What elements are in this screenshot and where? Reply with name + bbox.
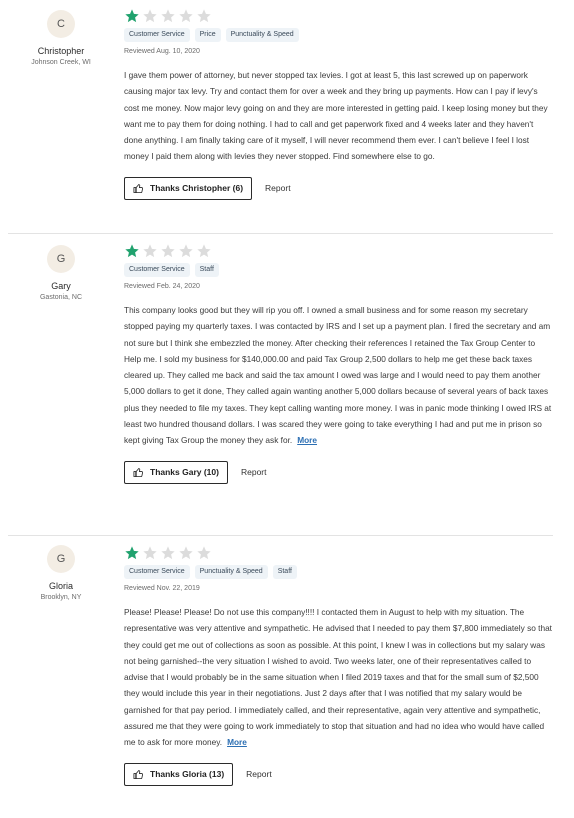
star-icon (179, 9, 193, 23)
star-icon (197, 244, 211, 258)
thanks-label: Thanks Gary (10) (150, 467, 219, 478)
divider (8, 233, 553, 234)
author-name: Gloria (48, 581, 73, 591)
review-tags: Customer Service Price Punctuality & Spe… (124, 28, 554, 42)
star-rating (124, 243, 554, 259)
avatar: G (47, 545, 75, 573)
thanks-label: Thanks Gloria (13) (150, 769, 225, 780)
review-tag: Customer Service (124, 28, 190, 42)
author-location: Gastonia, NC (39, 294, 83, 301)
review-text-content: I gave them power of attorney, but never… (124, 70, 548, 162)
review-date: Reviewed Aug. 10, 2020 (124, 48, 200, 55)
review-text-content: This company looks good but they will ri… (124, 305, 552, 446)
thanks-button[interactable]: Thanks Christopher (6) (124, 176, 253, 200)
review-tag: Punctuality & Speed (225, 28, 299, 42)
star-icon (197, 546, 211, 560)
star-icon (125, 9, 139, 23)
review-tags: Customer Service Punctuality & Speed Sta… (124, 565, 554, 579)
avatar: C (47, 10, 75, 38)
star-icon (179, 244, 193, 258)
star-icon (161, 9, 175, 23)
review-actions: Thanks Gary (10) Report (124, 460, 554, 484)
star-icon (143, 244, 157, 258)
review-tag: Staff (194, 263, 219, 277)
review-tag: Punctuality & Speed (194, 565, 268, 579)
review-author: G Gary Gastonia, NC (18, 245, 104, 301)
author-name: Christopher (37, 46, 85, 56)
avatar: G (47, 245, 75, 273)
review-tag: Customer Service (124, 565, 190, 579)
review-date: Reviewed Feb. 24, 2020 (124, 283, 200, 290)
review-text: Please! Please! Please! Do not use this … (124, 604, 554, 751)
star-icon (125, 546, 139, 560)
review-actions: Thanks Gloria (13) Report (124, 762, 554, 786)
report-link[interactable]: Report (246, 769, 272, 779)
review-actions: Thanks Christopher (6) Report (124, 176, 554, 200)
thanks-button[interactable]: Thanks Gary (10) (124, 460, 228, 484)
thanks-button[interactable]: Thanks Gloria (13) (124, 762, 234, 786)
author-name: Gary (51, 281, 71, 291)
star-icon (125, 244, 139, 258)
thumbs-up-icon (133, 467, 144, 477)
review-content: Customer Service Punctuality & Speed Sta… (124, 545, 554, 786)
review-tag: Price (194, 28, 221, 42)
report-link[interactable]: Report (265, 183, 291, 193)
review-tags: Customer Service Staff (124, 263, 554, 277)
review-tag: Staff (272, 565, 297, 579)
thumbs-up-icon (133, 183, 144, 193)
thumbs-up-icon (133, 769, 144, 779)
review-author: C Christopher Johnson Creek, WI (18, 10, 104, 66)
star-rating (124, 545, 554, 561)
review-tag: Customer Service (124, 263, 190, 277)
author-location: Brooklyn, NY (40, 594, 82, 601)
report-link[interactable]: Report (241, 467, 267, 477)
star-icon (143, 9, 157, 23)
review-content: Customer Service Staff Reviewed Feb. 24,… (124, 243, 554, 484)
more-link[interactable]: More (227, 737, 247, 747)
review-text: This company looks good but they will ri… (124, 302, 554, 449)
review-author: G Gloria Brooklyn, NY (18, 545, 104, 601)
star-icon (161, 546, 175, 560)
review-content: Customer Service Price Punctuality & Spe… (124, 8, 554, 200)
reviews-list: C Christopher Johnson Creek, WI Customer… (0, 0, 574, 818)
star-rating (124, 8, 554, 24)
more-link[interactable]: More (297, 435, 317, 445)
star-icon (197, 9, 211, 23)
thanks-label: Thanks Christopher (6) (150, 183, 244, 194)
author-location: Johnson Creek, WI (31, 59, 91, 66)
star-icon (143, 546, 157, 560)
review-text-content: Please! Please! Please! Do not use this … (124, 607, 552, 748)
review-date: Reviewed Nov. 22, 2019 (124, 585, 200, 592)
divider (8, 535, 553, 536)
review-text: I gave them power of attorney, but never… (124, 67, 554, 165)
star-icon (179, 546, 193, 560)
star-icon (161, 244, 175, 258)
